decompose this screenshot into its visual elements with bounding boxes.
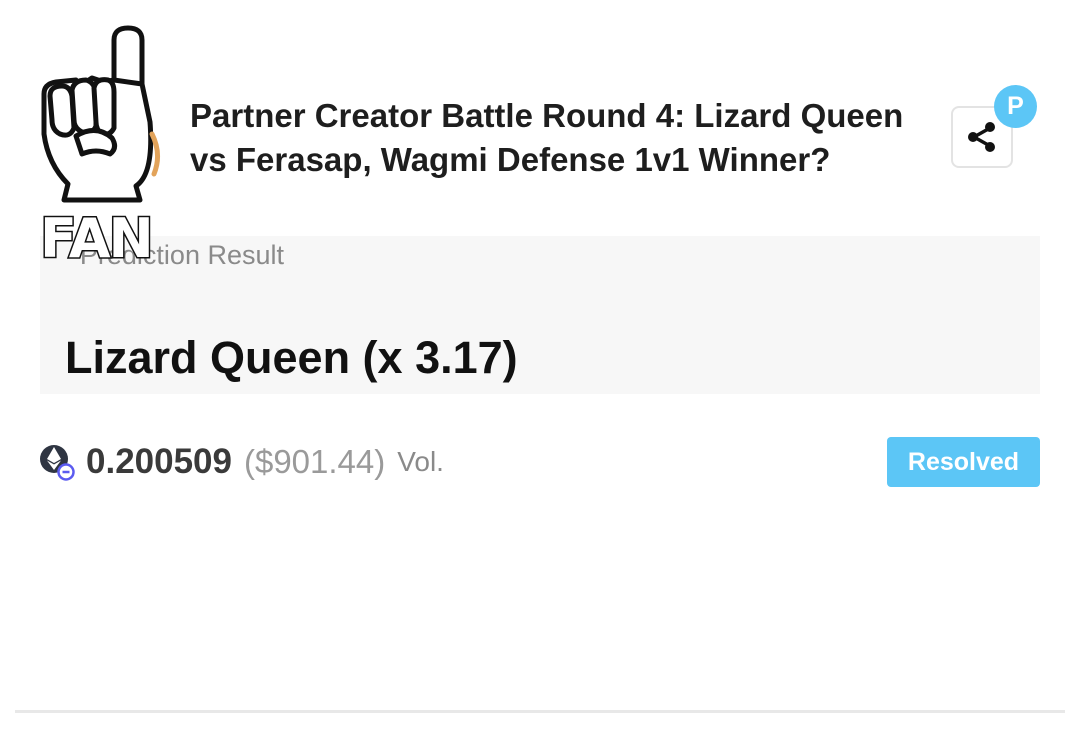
share-icon bbox=[968, 122, 995, 152]
status-badge: Resolved bbox=[887, 437, 1040, 487]
partner-avatar[interactable]: P bbox=[994, 85, 1037, 128]
prediction-result-card: Prediction Result Lizard Queen (x 3.17) bbox=[40, 236, 1040, 394]
ethereum-icon bbox=[40, 442, 76, 482]
fan-logo-text: FAN bbox=[39, 207, 156, 270]
divider bbox=[15, 710, 1065, 713]
prediction-result-value: Lizard Queen (x 3.17) bbox=[65, 332, 518, 383]
market-title: Partner Creator Battle Round 4: Lizard Q… bbox=[190, 97, 904, 178]
volume-row: 0.200509 ($901.44) Vol. bbox=[40, 440, 444, 484]
volume-usd: ($901.44) bbox=[243, 443, 386, 480]
volume-amount: 0.200509 bbox=[86, 442, 232, 481]
market-page: FAN Partner Creator Battle Round 4: Liza… bbox=[0, 0, 1080, 734]
fan-logo: FAN bbox=[36, 24, 162, 274]
pointing-finger-icon bbox=[41, 25, 160, 203]
volume-label: Vol. bbox=[397, 446, 444, 477]
